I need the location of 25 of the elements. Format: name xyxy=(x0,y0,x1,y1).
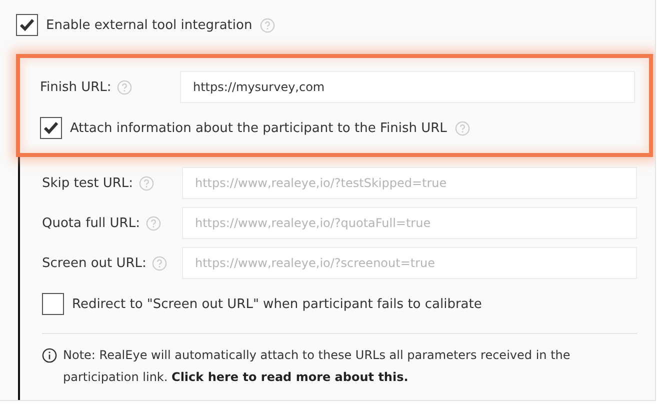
field-label: Screen out URL: xyxy=(42,256,146,270)
checkbox[interactable] xyxy=(42,293,64,315)
field-label: Quota full URL: xyxy=(42,216,140,230)
checkmark-icon xyxy=(19,18,35,32)
help-icon[interactable] xyxy=(454,120,470,136)
checkbox[interactable] xyxy=(16,14,38,36)
checkbox-label: Enable external tool integration xyxy=(46,18,252,32)
note-text: Note: RealEye will automatically attach to these URLs all parameters received in the participation link. Click here to read more about this. xyxy=(63,347,572,386)
url-input[interactable]: https://mysurvey,com xyxy=(180,71,635,103)
info-icon xyxy=(42,348,57,363)
help-icon[interactable] xyxy=(139,176,154,190)
help-icon[interactable] xyxy=(260,18,276,32)
url-input[interactable]: https://www,realeye,io/?testSkipped=true xyxy=(182,167,637,199)
field-label: Finish URL: xyxy=(40,80,112,94)
read-more-link[interactable]: Click here to read more about this. xyxy=(172,370,408,384)
help-icon[interactable] xyxy=(117,80,132,94)
checkbox-label: Attach information about the participant to the Finish URL xyxy=(70,120,447,136)
help-icon[interactable] xyxy=(146,216,161,230)
help-icon[interactable] xyxy=(152,256,168,270)
field-label: Skip test URL: xyxy=(42,176,134,190)
url-input[interactable]: https://www,realeye,io/?screenout=true xyxy=(182,247,637,279)
checkmark-icon xyxy=(43,121,59,135)
checkbox-label: Redirect to "Screen out URL" when participant fails to calibrate xyxy=(72,296,482,312)
checkbox[interactable] xyxy=(40,117,62,139)
url-input[interactable]: https://www,realeye,io/?quotaFull=true xyxy=(182,207,637,239)
